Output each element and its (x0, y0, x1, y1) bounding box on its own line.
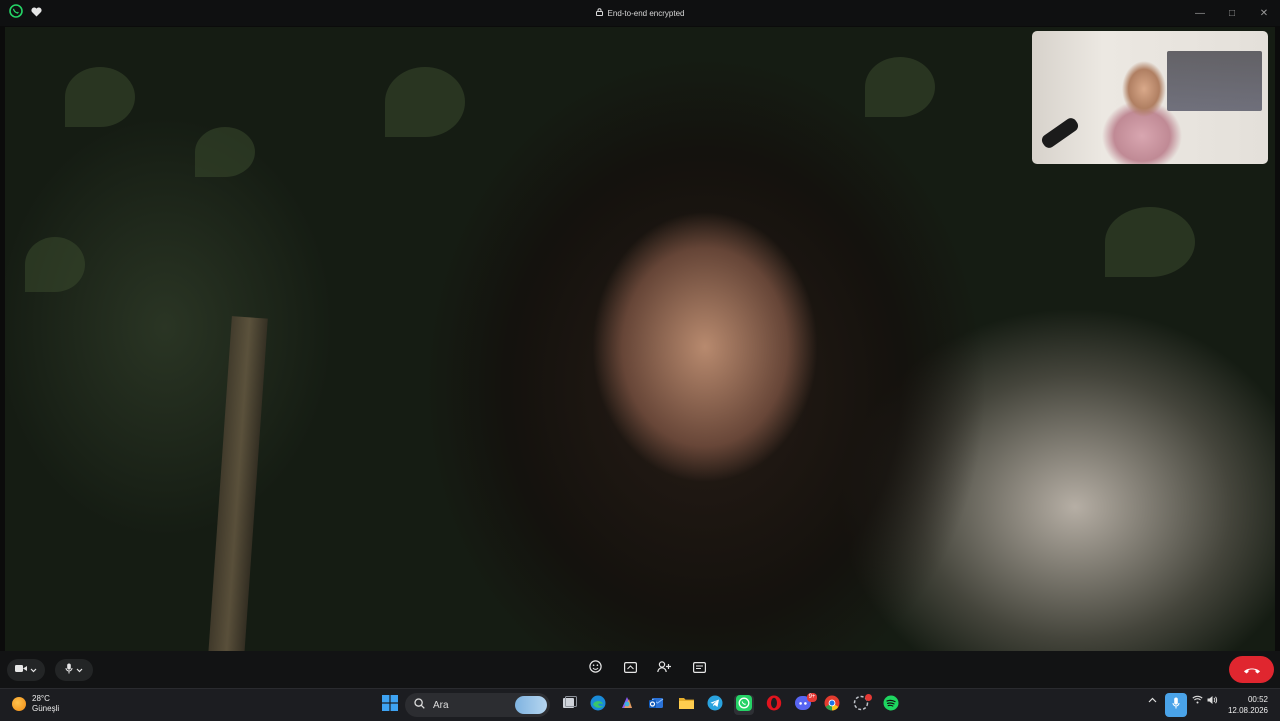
notification-badge: 9+ (807, 693, 817, 702)
spotify-icon (883, 695, 899, 716)
clock-time: 00:52 (1247, 695, 1268, 704)
taskbar-app-generic[interactable] (851, 694, 872, 715)
whatsapp-icon (736, 694, 752, 716)
taskbar-app-spotify[interactable] (881, 695, 901, 715)
foliage (865, 57, 935, 117)
chat-icon (692, 660, 706, 678)
windows-taskbar: 28°C Güneşli Ara 9+ 00:52 12.08.2026 (0, 688, 1280, 721)
studio-microphone (1039, 115, 1081, 151)
taskbar-app-discord[interactable]: 9+ (793, 693, 817, 715)
add-participant-button[interactable] (656, 661, 672, 677)
wooden-pole (208, 316, 268, 651)
weather-condition: Güneşli (32, 704, 60, 713)
taskbar-search[interactable]: Ara (405, 693, 550, 717)
task-view-button[interactable] (559, 695, 579, 715)
title-bar: End-to-end encrypted — □ ✕ (0, 0, 1280, 26)
opera-icon (766, 695, 782, 716)
notification-dot (865, 694, 872, 701)
emoji-icon (588, 660, 602, 678)
sun-icon (12, 697, 26, 711)
chevron-down-icon[interactable] (30, 665, 37, 676)
foliage (25, 237, 85, 292)
system-clock[interactable]: 00:52 12.08.2026 (1228, 694, 1268, 716)
clock-date: 12.08.2026 (1227, 706, 1268, 715)
telegram-icon (707, 695, 723, 716)
microphone-toggle-button[interactable] (55, 659, 93, 681)
taskbar-app-whatsapp[interactable] (734, 694, 754, 716)
self-video-preview[interactable] (1032, 31, 1268, 164)
foliage (195, 127, 255, 177)
search-icon (414, 698, 425, 712)
chevron-down-icon[interactable] (76, 665, 83, 676)
taskbar-app-chrome[interactable] (822, 695, 842, 715)
minimize-button[interactable]: — (1184, 0, 1216, 26)
weather-temperature: 28°C (32, 694, 50, 703)
mic-icon (1172, 696, 1180, 714)
mic-icon (65, 663, 73, 677)
maximize-button[interactable]: □ (1216, 0, 1248, 26)
foliage (65, 67, 135, 127)
foliage (385, 67, 465, 137)
taskbar-app-opera[interactable] (764, 695, 784, 715)
video-icon (15, 664, 27, 676)
taskbar-app-outlook[interactable] (646, 695, 666, 715)
camera-toggle-button[interactable] (7, 659, 45, 681)
outlook-mail-icon (648, 695, 664, 716)
show-hidden-icons-button[interactable] (1148, 695, 1157, 706)
search-label: Ara (433, 699, 449, 711)
taskbar-app-telegram[interactable] (705, 695, 725, 715)
wifi-icon (1192, 695, 1203, 707)
copilot-icon (619, 695, 635, 716)
end-call-button[interactable] (1229, 656, 1274, 683)
task-view-icon (562, 696, 577, 714)
lock-icon (595, 8, 603, 18)
speaker-icon (1207, 695, 1218, 708)
add-person-icon (657, 660, 671, 678)
search-highlight-image (515, 696, 547, 714)
folder-icon (678, 696, 695, 715)
chat-button[interactable] (691, 661, 707, 677)
share-screen-button[interactable] (622, 661, 638, 677)
weather-widget[interactable]: 28°C Güneşli (12, 694, 59, 714)
wifi-status-button[interactable] (1192, 695, 1203, 707)
microphone-in-use-indicator[interactable] (1165, 693, 1187, 717)
chevron-up-icon (1148, 695, 1157, 706)
windows-logo-icon (382, 694, 398, 716)
chrome-icon (824, 695, 840, 716)
close-button[interactable]: ✕ (1248, 0, 1280, 26)
encryption-label: End-to-end encrypted (607, 8, 685, 18)
emoji-reaction-button[interactable] (587, 660, 603, 678)
background-shelf (1167, 51, 1262, 111)
windows-start-button[interactable] (380, 694, 400, 716)
taskbar-app-copilot[interactable] (617, 695, 637, 715)
edge-browser-icon (590, 695, 606, 716)
end-call-icon (1243, 661, 1261, 679)
taskbar-app-edge[interactable] (588, 695, 608, 715)
taskbar-app-file-explorer[interactable] (676, 695, 696, 715)
foliage (1105, 207, 1195, 277)
call-control-bar (0, 651, 1280, 688)
volume-button[interactable] (1207, 695, 1218, 708)
share-screen-icon (623, 660, 637, 678)
